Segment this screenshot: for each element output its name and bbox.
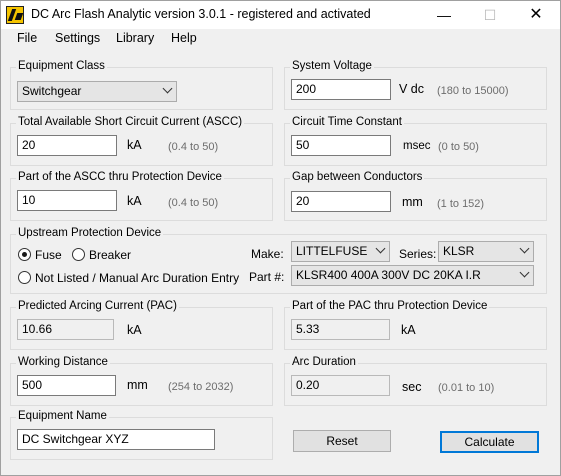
arc-duration-unit: sec [402, 380, 422, 394]
window-title: DC Arc Flash Analytic version 3.0.1 - re… [31, 7, 371, 21]
gap-input[interactable]: 20 [291, 191, 391, 212]
ascc-range: (0.4 to 50) [168, 141, 219, 153]
chevron-down-icon [162, 83, 173, 94]
breaker-radio-label[interactable]: Breaker [89, 248, 131, 262]
ascc-thru-unit: kA [127, 194, 142, 208]
gap-label: Gap between Conductors [290, 171, 425, 183]
menu-file[interactable]: File [17, 31, 37, 45]
system-voltage-label: System Voltage [290, 60, 374, 72]
app-logo-icon[interactable] [6, 6, 24, 24]
time-constant-unit: msec [403, 140, 431, 152]
working-distance-range: (254 to 2032) [168, 381, 234, 393]
chevron-down-icon [519, 267, 530, 278]
pac-thru-unit: kA [401, 323, 416, 337]
series-label: Series: [399, 247, 437, 261]
equipment-class-label: Equipment Class [16, 60, 107, 72]
time-constant-range: (0 to 50) [438, 141, 479, 153]
menu-bar: File Settings Library Help [1, 29, 560, 49]
calculate-button[interactable]: Calculate [440, 431, 539, 453]
reset-button[interactable]: Reset [293, 430, 391, 452]
pac-label: Predicted Arcing Current (PAC) [16, 300, 179, 312]
breaker-radio[interactable] [72, 248, 85, 261]
chevron-down-icon [519, 243, 530, 254]
not-listed-radio-label[interactable]: Not Listed / Manual Arc Duration Entry [35, 271, 239, 285]
make-value: LITTELFUSE [296, 244, 368, 258]
ascc-input[interactable]: 20 [17, 135, 117, 156]
pac-thru-output: 5.33 [291, 319, 390, 340]
pac-thru-label: Part of the PAC thru Protection Device [290, 300, 490, 312]
ascc-label: Total Available Short Circuit Current (A… [16, 116, 245, 128]
maximize-button[interactable]: ☐ [467, 1, 513, 29]
series-value: KLSR [443, 244, 475, 258]
time-constant-input[interactable]: 50 [291, 135, 391, 156]
equipment-name-input[interactable]: DC Switchgear XYZ [17, 429, 215, 450]
ascc-thru-range: (0.4 to 50) [168, 197, 219, 209]
not-listed-radio[interactable] [18, 271, 31, 284]
ascc-unit: kA [127, 138, 142, 152]
fuse-radio[interactable] [18, 248, 31, 261]
equipment-name-label: Equipment Name [16, 410, 109, 422]
time-constant-label: Circuit Time Constant [290, 116, 404, 128]
upstream-device-label: Upstream Protection Device [16, 227, 164, 239]
arc-duration-label: Arc Duration [290, 356, 358, 368]
arc-duration-range: (0.01 to 10) [438, 382, 495, 394]
close-button[interactable]: ✕ [513, 1, 559, 29]
working-distance-unit: mm [127, 378, 148, 392]
chevron-down-icon [375, 243, 386, 254]
series-select[interactable]: KLSR [438, 241, 534, 262]
system-voltage-input[interactable]: 200 [291, 79, 391, 100]
ascc-thru-label: Part of the ASCC thru Protection Device [16, 171, 224, 183]
working-distance-label: Working Distance [16, 356, 110, 368]
minimize-button[interactable]: — [421, 1, 467, 29]
make-label: Make: [251, 247, 284, 261]
app-window: DC Arc Flash Analytic version 3.0.1 - re… [0, 0, 561, 476]
equipment-class-select[interactable]: Switchgear [17, 81, 177, 102]
pac-output: 10.66 [17, 319, 114, 340]
part-label: Part #: [249, 270, 285, 284]
title-bar[interactable]: DC Arc Flash Analytic version 3.0.1 - re… [1, 1, 560, 29]
pac-unit: kA [127, 323, 142, 337]
part-value: KLSR400 400A 300V DC 20KA I.R [296, 268, 481, 282]
make-select[interactable]: LITTELFUSE [291, 241, 390, 262]
arc-duration-input[interactable]: 0.20 [291, 375, 390, 396]
system-voltage-unit: V dc [399, 82, 425, 96]
working-distance-input[interactable]: 500 [17, 375, 116, 396]
gap-unit: mm [402, 195, 423, 209]
fuse-radio-label[interactable]: Fuse [35, 248, 62, 262]
menu-help[interactable]: Help [171, 31, 197, 45]
menu-settings[interactable]: Settings [55, 31, 100, 45]
part-select[interactable]: KLSR400 400A 300V DC 20KA I.R [291, 265, 534, 286]
menu-library[interactable]: Library [116, 31, 154, 45]
gap-range: (1 to 152) [437, 198, 485, 210]
ascc-thru-input[interactable]: 10 [17, 190, 117, 211]
equipment-class-value: Switchgear [22, 84, 82, 98]
system-voltage-range: (180 to 15000) [437, 85, 509, 97]
